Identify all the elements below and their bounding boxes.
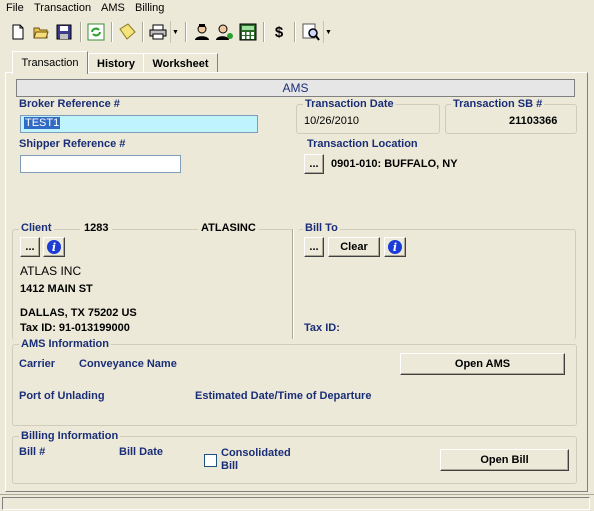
bill-to-tax-id-label: Tax ID:: [304, 322, 340, 334]
tab-worksheet[interactable]: Worksheet: [143, 53, 218, 73]
transaction-date-label: Transaction Date: [303, 98, 396, 110]
print-icon[interactable]: [147, 21, 169, 43]
consolidated-bill-checkbox[interactable]: [204, 454, 217, 467]
bill-to-browse-button[interactable]: ...: [304, 237, 324, 257]
menu-file[interactable]: File: [6, 2, 24, 14]
status-panel: [2, 497, 590, 510]
settings-dropdown-chevron-icon[interactable]: ▼: [323, 21, 333, 43]
save-icon[interactable]: [53, 21, 75, 43]
bill-date-label: Bill Date: [119, 446, 164, 458]
menu-billing[interactable]: Billing: [135, 2, 164, 14]
estimated-departure-label: Estimated Date/Time of Departure: [195, 390, 372, 402]
open-ams-button[interactable]: Open AMS: [400, 353, 565, 375]
user-icon[interactable]: [191, 21, 213, 43]
client-tax-id: Tax ID: 91-013199000: [20, 322, 130, 334]
menu-bar: File Transaction AMS Billing: [0, 0, 594, 18]
client-browse-button[interactable]: ...: [20, 237, 40, 257]
shipper-reference-input[interactable]: [20, 155, 181, 173]
consolidated-bill-label-line2: Bill: [221, 460, 239, 472]
port-of-unlading-label: Port of Unlading: [19, 390, 105, 402]
client-code: ATLASINC: [198, 222, 259, 234]
bill-to-clear-button[interactable]: Clear: [328, 237, 380, 257]
menu-transaction[interactable]: Transaction: [34, 2, 91, 14]
transaction-location-browse-button[interactable]: ...: [304, 154, 324, 174]
client-name: ATLAS INC: [20, 264, 82, 278]
conveyance-name-label: Conveyance Name: [79, 358, 177, 370]
broker-reference-input[interactable]: TEST1: [20, 115, 258, 133]
carrier-label: Carrier: [19, 358, 56, 370]
calculator-icon[interactable]: [237, 21, 259, 43]
info-icon: i: [388, 240, 402, 254]
new-document-icon[interactable]: [7, 21, 29, 43]
divider: [292, 229, 294, 339]
bill-to-label: Bill To: [303, 222, 340, 234]
shipper-reference-label: Shipper Reference #: [19, 138, 126, 150]
dollar-icon[interactable]: $: [268, 21, 290, 43]
toolbar: ▼ $ ▼: [0, 19, 594, 47]
client-info-button[interactable]: i: [43, 237, 65, 257]
tab-strip: Transaction History Worksheet: [0, 51, 594, 74]
menu-ams[interactable]: AMS: [101, 2, 125, 14]
tab-history[interactable]: History: [88, 53, 144, 73]
transaction-sb-value: 21103366: [509, 115, 558, 127]
billing-information-title: Billing Information: [19, 430, 121, 442]
tab-transaction[interactable]: Transaction: [12, 51, 88, 74]
open-bill-button[interactable]: Open Bill: [440, 449, 569, 471]
broker-reference-label: Broker Reference #: [19, 98, 120, 110]
open-folder-icon[interactable]: [30, 21, 52, 43]
transaction-location-label: Transaction Location: [307, 138, 418, 150]
info-icon: i: [47, 240, 61, 254]
consolidated-bill-label-line1: Consolidated: [221, 447, 291, 459]
status-bar: [0, 494, 594, 511]
page-title: AMS: [16, 79, 575, 97]
broker-reference-value: TEST1: [24, 117, 61, 129]
user-transfer-icon[interactable]: [214, 21, 236, 43]
transaction-location-value: 0901-010: BUFFALO, NY: [331, 158, 458, 170]
note-icon[interactable]: [116, 21, 138, 43]
bill-number-label: Bill #: [19, 446, 46, 458]
transaction-date-value: 10/26/2010: [304, 115, 360, 127]
transaction-sb-label: Transaction SB #: [451, 98, 545, 110]
client-number: 1283: [80, 222, 113, 234]
bill-to-info-button[interactable]: i: [384, 237, 406, 257]
print-dropdown-chevron-icon[interactable]: ▼: [170, 21, 180, 43]
search-settings-icon[interactable]: [300, 21, 322, 43]
client-label: Client: [19, 222, 54, 234]
ams-information-title: AMS Information: [19, 338, 111, 350]
client-city-line: DALLAS, TX 75202 US: [20, 307, 137, 319]
refresh-icon[interactable]: [85, 21, 107, 43]
client-address: 1412 MAIN ST: [20, 283, 93, 295]
